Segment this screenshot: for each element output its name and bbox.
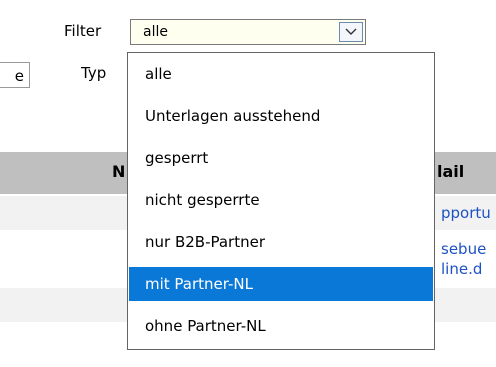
row-mail-link[interactable]: pportu (441, 204, 491, 222)
left-input-field[interactable]: e (0, 62, 30, 88)
dropdown-option-selected[interactable]: mit Partner-NL (129, 267, 433, 301)
dropdown-option[interactable]: nicht gesperrte (129, 183, 433, 217)
dropdown-option[interactable]: alle (129, 57, 433, 91)
left-input-value: e (14, 67, 24, 85)
dropdown-option[interactable]: nur B2B-Partner (129, 225, 433, 259)
dropdown-option[interactable]: Unterlagen ausstehend (129, 99, 433, 133)
dropdown-option[interactable]: ohne Partner-NL (129, 309, 433, 343)
filter-selected-value: alle (143, 24, 168, 40)
row-mail-link[interactable]: line.d (441, 260, 482, 278)
column-header-name: N (112, 162, 126, 181)
filter-dropdown-list: alle Unterlagen ausstehend gesperrt nich… (127, 52, 435, 350)
typ-label: Typ (81, 64, 107, 82)
column-header-mail: lail (437, 162, 465, 181)
filter-select[interactable]: alle (130, 19, 366, 45)
dropdown-option[interactable]: gesperrt (129, 141, 433, 175)
row-mail-link[interactable]: sebue (441, 240, 486, 258)
chevron-down-icon[interactable] (339, 22, 363, 42)
filter-label: Filter (64, 22, 102, 40)
